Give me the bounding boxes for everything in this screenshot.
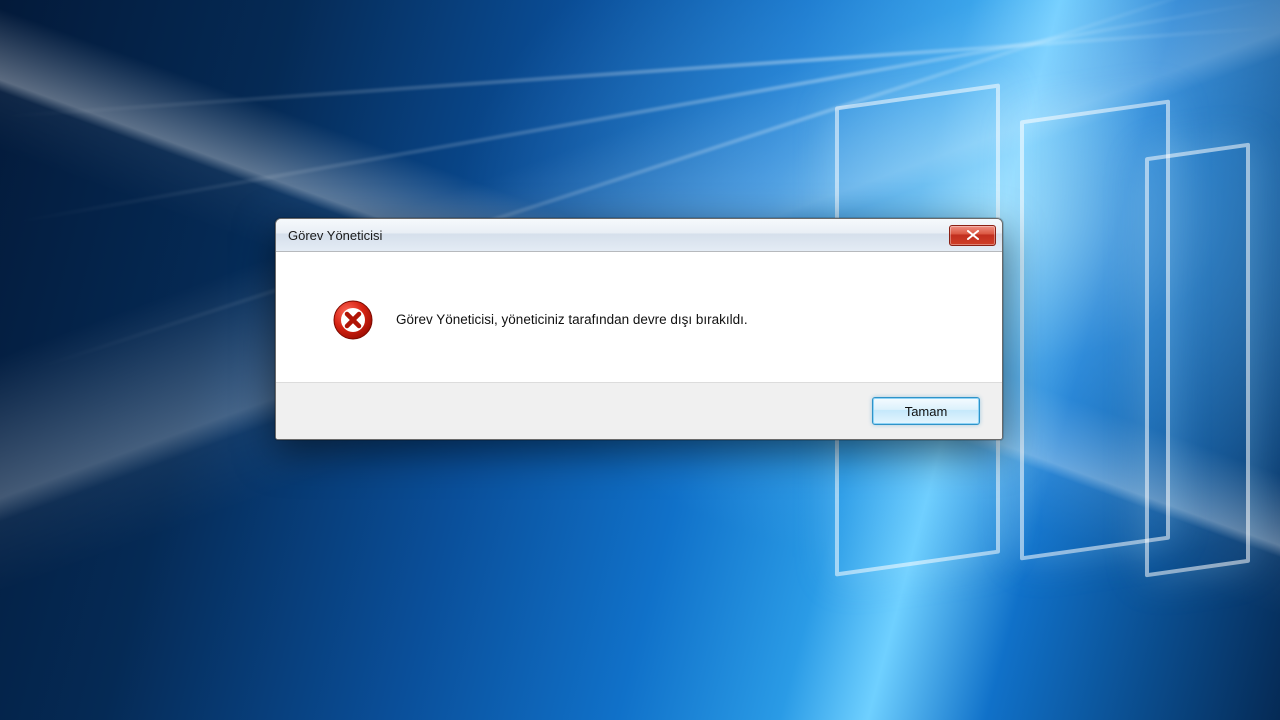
dialog-titlebar[interactable]: Görev Yöneticisi [276, 219, 1002, 252]
dialog-title: Görev Yöneticisi [288, 228, 949, 243]
close-button[interactable] [949, 225, 996, 246]
dialog-body: Görev Yöneticisi, yöneticiniz tarafından… [276, 252, 1002, 382]
close-icon [967, 230, 979, 240]
error-dialog: Görev Yöneticisi Görev Yön [275, 218, 1003, 440]
ok-button[interactable]: Tamam [872, 397, 980, 425]
error-icon [332, 299, 374, 341]
wallpaper-window-panel [1145, 143, 1250, 578]
dialog-button-row: Tamam [276, 382, 1002, 439]
dialog-message: Görev Yöneticisi, yöneticiniz tarafından… [396, 311, 748, 330]
light-ray [1, 25, 1278, 118]
